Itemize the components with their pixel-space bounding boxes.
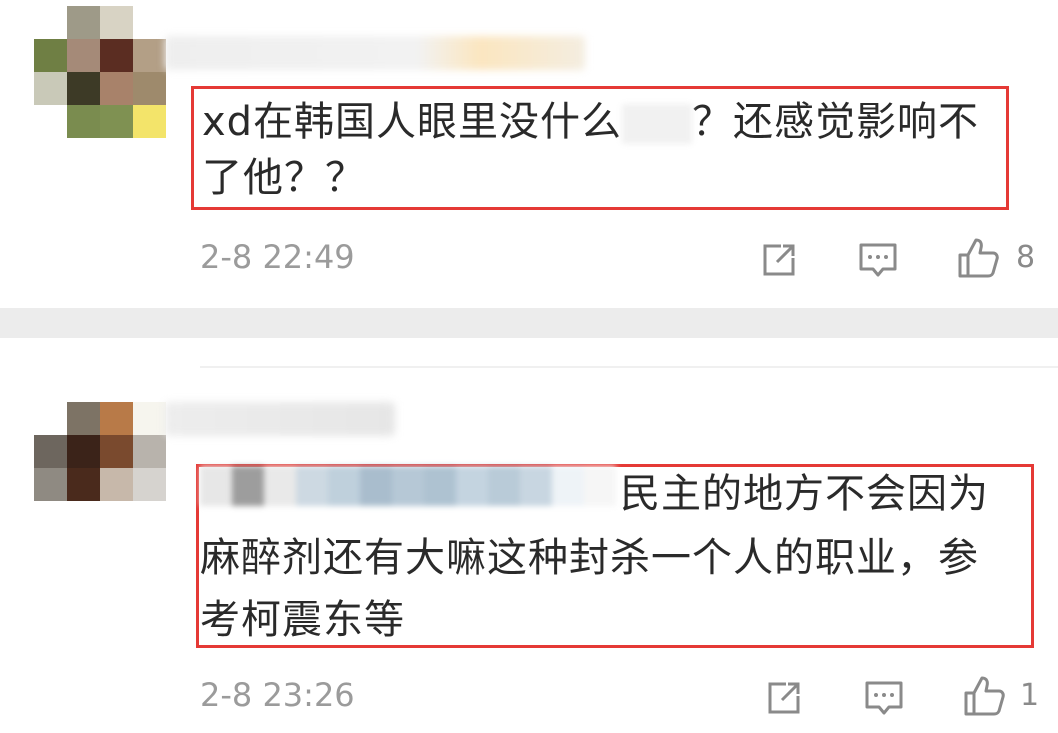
share-icon: [763, 244, 795, 276]
comment-text-part: xd在韩国人眼里没什么: [202, 99, 623, 145]
censored-mosaic: [200, 466, 616, 506]
timestamp: 2-8 23:26: [200, 676, 355, 714]
avatar[interactable]: [34, 402, 166, 534]
avatar[interactable]: [34, 6, 166, 138]
comment-icon: [859, 243, 897, 277]
like-count: 8: [1016, 240, 1036, 275]
comment-item: xd在韩国人眼里没什么 ？还感觉影响不 了他？？ 2-8 22:49 8: [0, 0, 1058, 305]
like-button[interactable]: [962, 674, 1006, 718]
share-button[interactable]: [762, 676, 806, 720]
comment-item: 民主的地方不会因为 麻醉剂还有大嘛这种封杀一个人的职业，参 考柯震东等 2-8 …: [0, 370, 1058, 733]
reply-button[interactable]: [856, 238, 900, 282]
thumbs-up-icon: [964, 676, 1005, 716]
timestamp: 2-8 22:49: [200, 238, 355, 276]
share-button[interactable]: [757, 238, 801, 282]
like-count: 1: [1020, 678, 1040, 713]
username-blurred[interactable]: [165, 36, 585, 70]
divider-line: [200, 366, 1058, 368]
comment-text-line2: 麻醉剂还有大嘛这种封杀一个人的职业，参: [200, 535, 979, 581]
reply-button[interactable]: [862, 676, 906, 720]
share-icon: [768, 682, 800, 714]
username-blurred[interactable]: [165, 402, 395, 436]
censored-mosaic: [622, 104, 693, 144]
comment-icon: [865, 681, 903, 715]
comment-text-line2: 了他？？: [202, 155, 366, 201]
comment-text-part: ？还感觉影响不: [692, 99, 980, 145]
thumbs-up-icon: [958, 238, 999, 278]
section-divider: [0, 308, 1058, 338]
comment-text-line1: xd在韩国人眼里没什么 ？还感觉影响不: [202, 96, 979, 148]
comment-text-line3: 考柯震东等: [200, 597, 405, 643]
like-button[interactable]: [956, 236, 1000, 280]
comment-text-line1: 民主的地方不会因为: [620, 471, 989, 517]
